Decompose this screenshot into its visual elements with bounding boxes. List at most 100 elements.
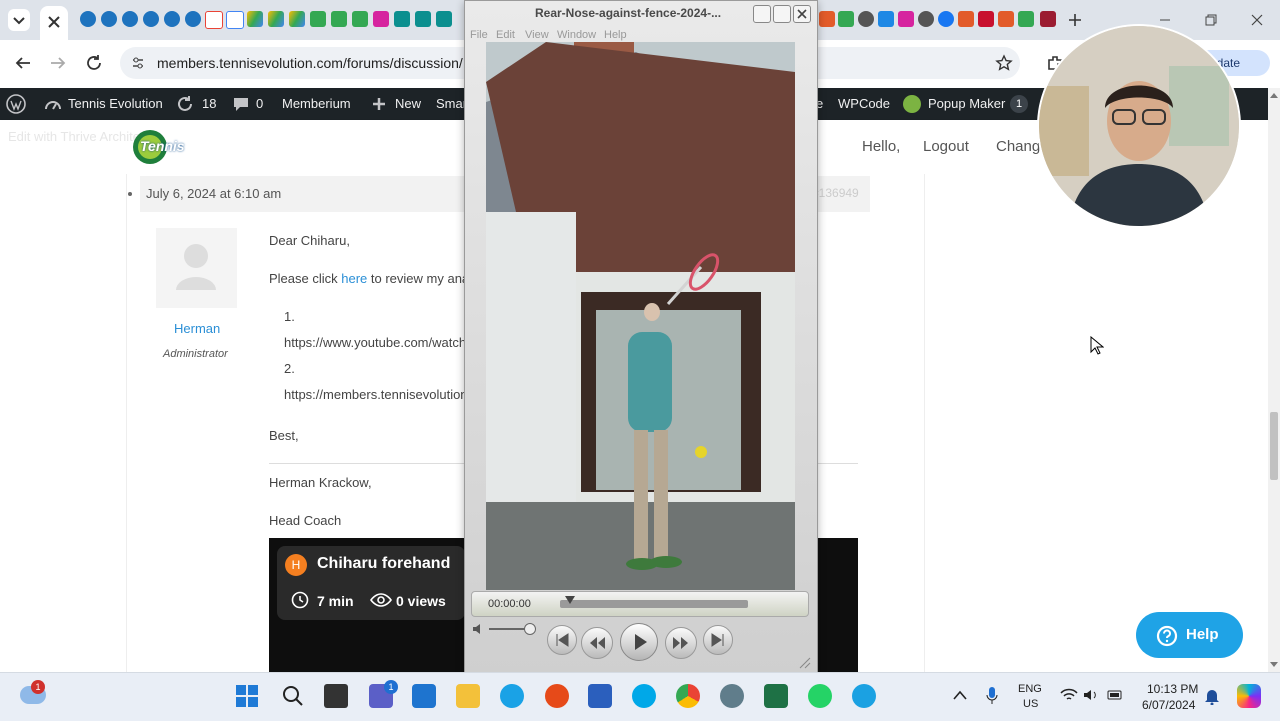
qt-menu-edit[interactable]: Edit bbox=[496, 29, 515, 41]
sport-icon[interactable] bbox=[394, 11, 410, 27]
new-tab-icon[interactable] bbox=[1067, 12, 1083, 28]
app-icon[interactable] bbox=[545, 684, 569, 708]
nav-logout[interactable]: Logout bbox=[923, 138, 969, 155]
author-name[interactable]: Herman bbox=[174, 321, 220, 336]
members-link[interactable]: https://members.tennisevolution bbox=[284, 387, 468, 402]
microphone-icon[interactable] bbox=[985, 686, 999, 706]
skype-icon[interactable] bbox=[632, 684, 656, 708]
sheets-icon[interactable] bbox=[310, 11, 326, 27]
wordpress-icon[interactable] bbox=[101, 11, 117, 27]
file-explorer-icon[interactable] bbox=[456, 684, 480, 708]
avatar[interactable] bbox=[156, 228, 237, 308]
bookmark-star-icon[interactable] bbox=[995, 54, 1013, 72]
excel-icon[interactable] bbox=[764, 684, 788, 708]
qt-volume-knob[interactable] bbox=[524, 623, 536, 635]
nav-hello[interactable]: Hello, bbox=[862, 138, 900, 155]
wp-menu-new[interactable]: New bbox=[395, 96, 421, 111]
forward-icon[interactable] bbox=[49, 54, 67, 72]
google-drive-icon[interactable] bbox=[289, 11, 305, 27]
qt-menu-help[interactable]: Help bbox=[604, 29, 627, 41]
search-icon[interactable] bbox=[281, 684, 305, 708]
active-tab[interactable] bbox=[40, 6, 68, 40]
quicktime-icon[interactable] bbox=[852, 684, 876, 708]
whatsapp-icon[interactable] bbox=[808, 684, 832, 708]
qt-play-button[interactable] bbox=[620, 623, 658, 661]
scroll-up-icon[interactable] bbox=[1270, 92, 1278, 98]
qt-menu-view[interactable]: View bbox=[525, 29, 549, 41]
sheets-icon[interactable] bbox=[1018, 11, 1034, 27]
window-close-icon[interactable] bbox=[1250, 13, 1264, 27]
qt-close-button[interactable] bbox=[793, 5, 811, 23]
google-drive-icon[interactable] bbox=[247, 11, 263, 27]
facebook-icon[interactable] bbox=[938, 11, 954, 27]
back-icon[interactable] bbox=[14, 54, 32, 72]
speaker-icon[interactable] bbox=[1083, 688, 1099, 702]
qt-timeline[interactable]: 00:00:00 bbox=[471, 591, 809, 617]
google-drive-icon[interactable] bbox=[268, 11, 284, 27]
wp-menu-memberium[interactable]: Memberium bbox=[282, 96, 351, 111]
sport-icon[interactable] bbox=[415, 11, 431, 27]
qt-maximize-button[interactable] bbox=[773, 5, 791, 23]
tab-favicon[interactable] bbox=[819, 11, 835, 27]
chrome-icon[interactable] bbox=[676, 684, 700, 708]
sport-icon[interactable] bbox=[436, 11, 452, 27]
notification-bell-icon[interactable] bbox=[1204, 687, 1220, 705]
post-permalink[interactable]: #136949 bbox=[812, 186, 859, 200]
qt-scrub-track[interactable] bbox=[560, 600, 748, 608]
url-text[interactable]: members.tennisevolution.com/forums/discu… bbox=[157, 55, 463, 71]
wp-site-name[interactable]: Tennis Evolution bbox=[68, 96, 163, 111]
thrive-architect-overlay[interactable]: Edit with Thrive Architect bbox=[8, 129, 150, 144]
wordpress-icon[interactable] bbox=[143, 11, 159, 27]
help-button[interactable]: Help bbox=[1136, 612, 1243, 658]
qt-menu-window[interactable]: Window bbox=[557, 29, 596, 41]
video-frame[interactable] bbox=[486, 42, 795, 590]
task-view-icon[interactable] bbox=[324, 684, 348, 708]
scrollbar-thumb[interactable] bbox=[1270, 412, 1278, 480]
tab-search-button[interactable] bbox=[8, 9, 30, 31]
minimize-icon[interactable] bbox=[1158, 14, 1172, 26]
tab-favicon[interactable] bbox=[958, 11, 974, 27]
clock-date[interactable]: 6/07/2024 bbox=[1142, 698, 1195, 712]
region-indicator[interactable]: US bbox=[1023, 698, 1038, 710]
wordpress-logo-icon[interactable] bbox=[6, 94, 26, 114]
tab-favicon[interactable] bbox=[878, 11, 894, 27]
tray-chevron-up-icon[interactable] bbox=[953, 690, 967, 700]
tab-favicon[interactable] bbox=[1040, 11, 1056, 27]
tab-favicon[interactable] bbox=[918, 11, 934, 27]
tab-favicon[interactable] bbox=[978, 11, 994, 27]
restore-icon[interactable] bbox=[1204, 13, 1218, 27]
mail-icon[interactable] bbox=[412, 684, 436, 708]
resize-grip-icon[interactable] bbox=[797, 655, 811, 669]
qt-menu-file[interactable]: File bbox=[470, 29, 488, 41]
page-scrollbar[interactable] bbox=[1268, 88, 1280, 672]
tab-favicon[interactable] bbox=[998, 11, 1014, 27]
webcam-overlay[interactable] bbox=[1039, 26, 1239, 226]
site-info-icon[interactable] bbox=[130, 55, 146, 71]
wp-menu-wpcode[interactable]: WPCode bbox=[838, 96, 890, 111]
gmail-icon[interactable] bbox=[205, 11, 223, 29]
qt-skip-forward-button[interactable] bbox=[703, 625, 733, 655]
instagram-icon[interactable] bbox=[898, 11, 914, 27]
site-logo[interactable]: Tennis bbox=[130, 128, 188, 166]
close-icon[interactable] bbox=[48, 16, 60, 28]
instagram-icon[interactable] bbox=[373, 11, 389, 27]
tab-favicon[interactable] bbox=[858, 11, 874, 27]
scroll-down-icon[interactable] bbox=[1270, 662, 1278, 668]
wp-menu-popup-maker[interactable]: Popup Maker bbox=[928, 96, 1005, 111]
language-indicator[interactable]: ENG bbox=[1018, 683, 1042, 695]
volume-icon[interactable] bbox=[472, 623, 486, 635]
wordpress-icon[interactable] bbox=[164, 11, 180, 27]
wordpress-icon[interactable] bbox=[80, 11, 96, 27]
clock-time[interactable]: 10:13 PM bbox=[1147, 682, 1198, 696]
wp-updates-count[interactable]: 18 bbox=[202, 96, 216, 111]
edge-icon[interactable] bbox=[500, 684, 524, 708]
wifi-icon[interactable] bbox=[1060, 688, 1078, 702]
copilot-icon[interactable] bbox=[1237, 684, 1261, 708]
qt-playhead-icon[interactable] bbox=[564, 596, 575, 606]
settings-gear-icon[interactable] bbox=[720, 684, 744, 708]
wordpress-icon[interactable] bbox=[122, 11, 138, 27]
reload-icon[interactable] bbox=[85, 54, 103, 72]
wp-comments-count[interactable]: 0 bbox=[256, 96, 263, 111]
youtube-link[interactable]: https://www.youtube.com/watch bbox=[284, 335, 466, 350]
qt-fast-forward-button[interactable] bbox=[665, 627, 697, 659]
